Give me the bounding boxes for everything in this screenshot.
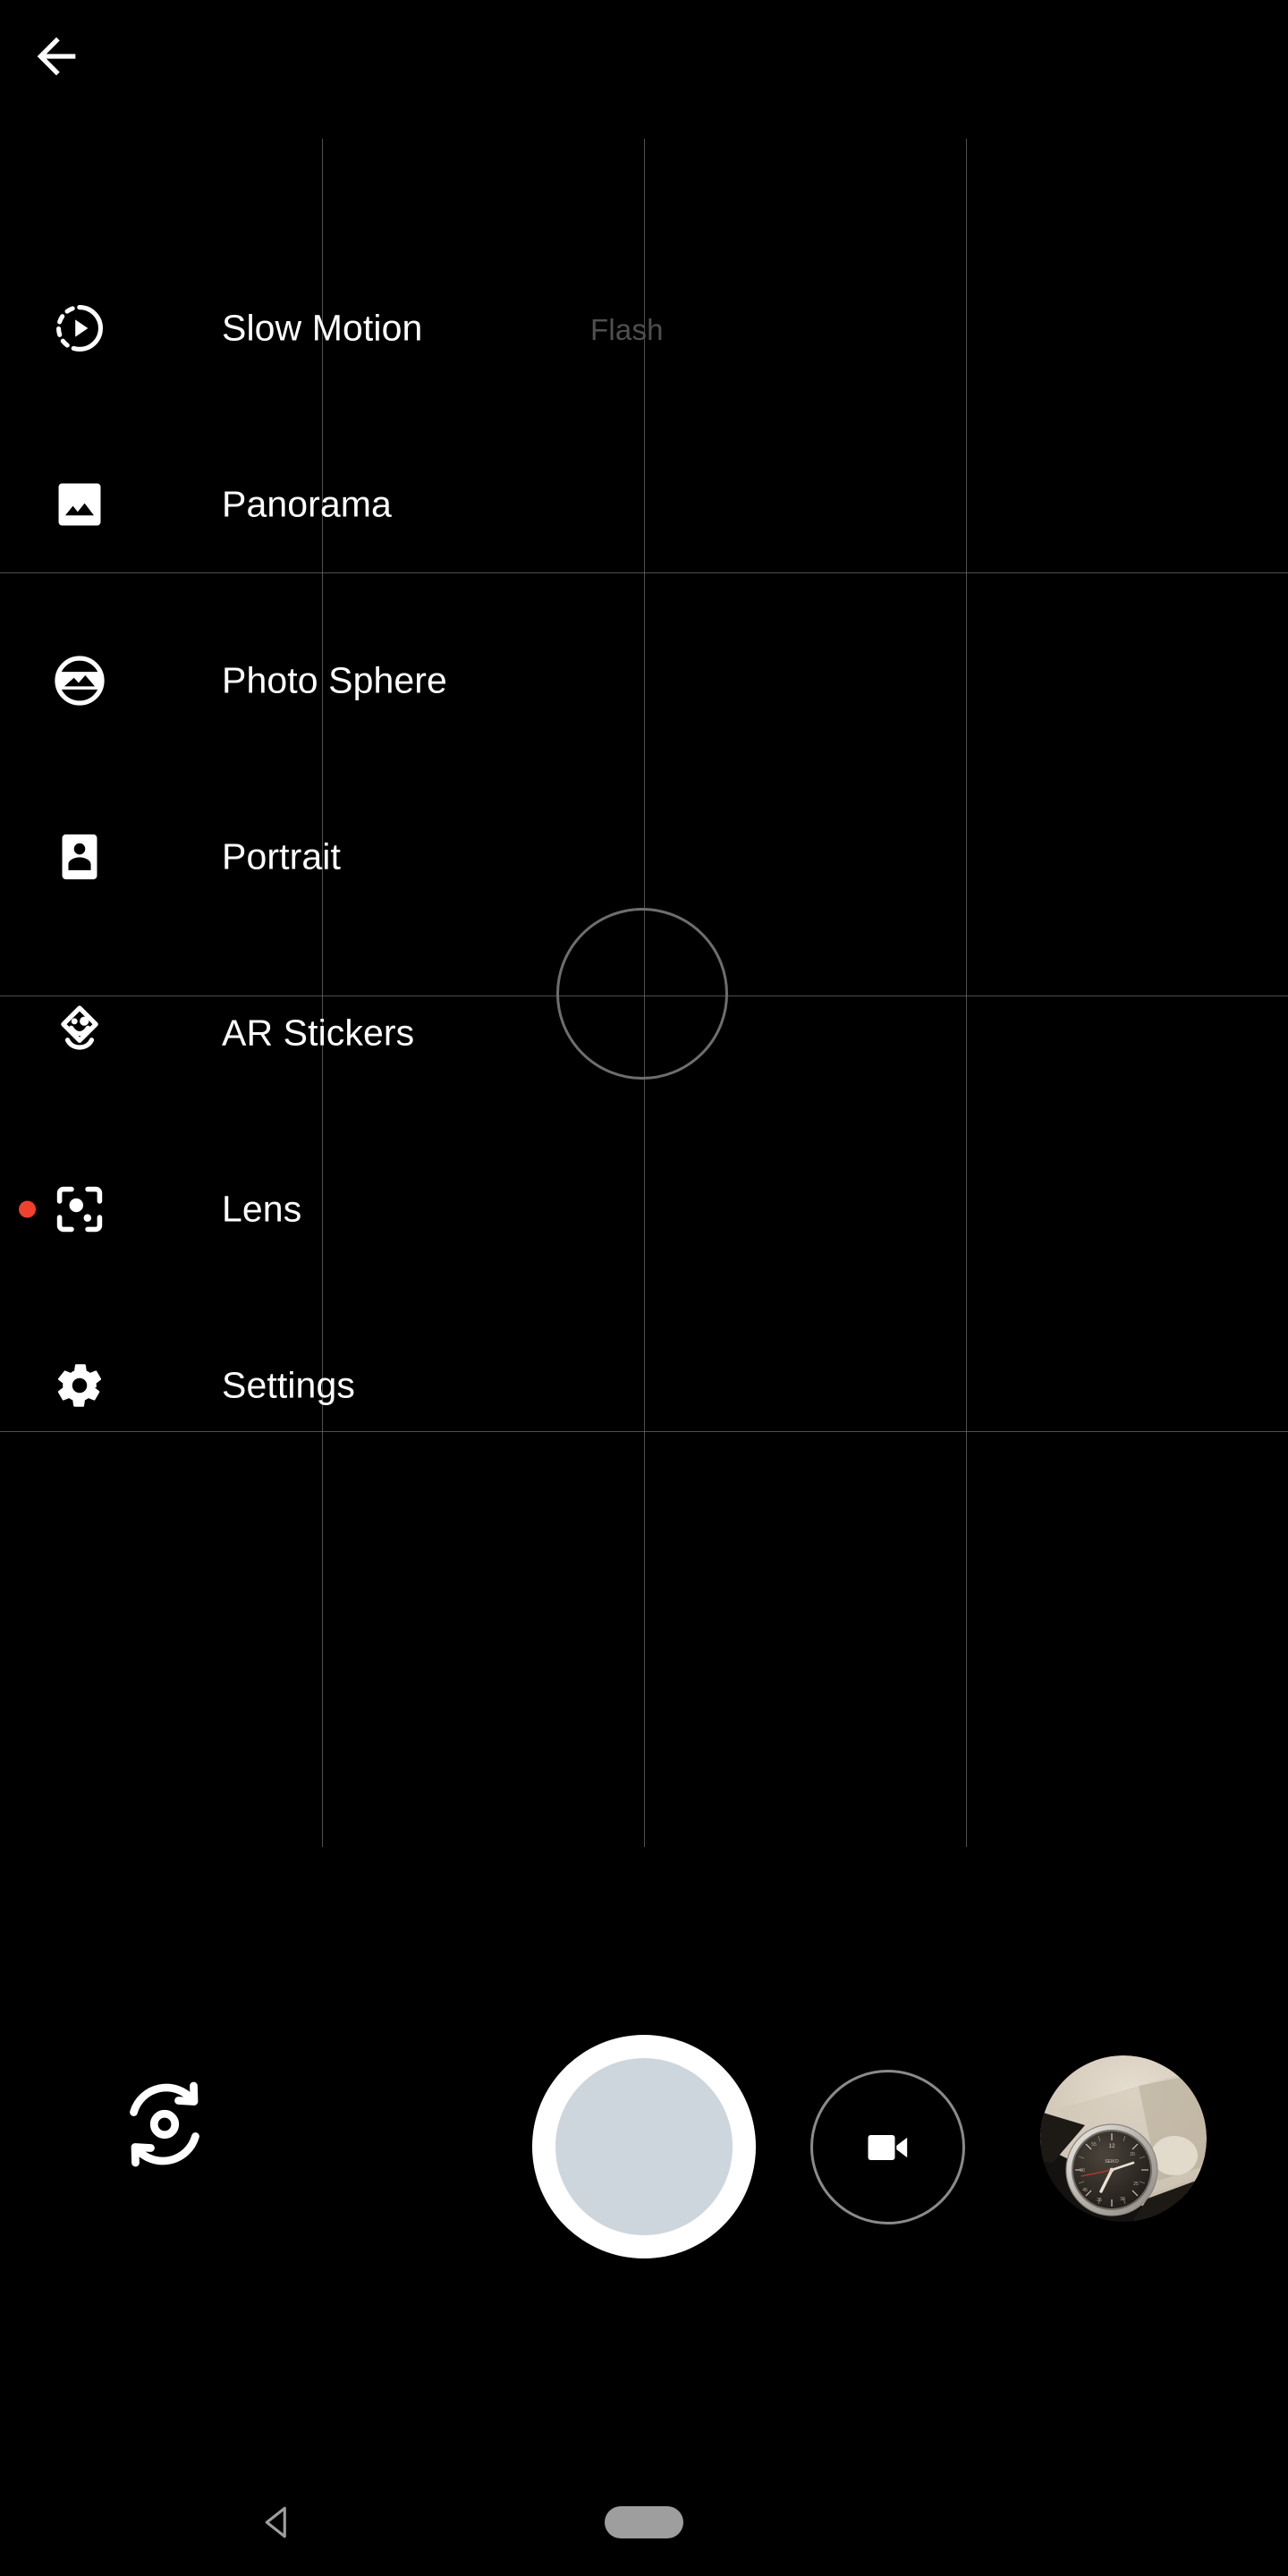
- nav-back-button[interactable]: [242, 2487, 313, 2558]
- photo-thumbnail: 12 55 20 25 30 35 45 50 SEIKO: [1040, 2055, 1207, 2222]
- photo-sphere-icon: [50, 651, 109, 710]
- ar-stickers-icon: [50, 1004, 109, 1063]
- svg-text:20: 20: [1130, 2152, 1135, 2157]
- mode-item-label: Settings: [222, 1364, 355, 1405]
- svg-text:50: 50: [1080, 2168, 1085, 2174]
- shutter-icon: [555, 2058, 733, 2235]
- mode-item-lens[interactable]: Lens: [0, 1121, 626, 1297]
- svg-text:SEIKO: SEIKO: [1105, 2159, 1118, 2165]
- mode-item-label: AR Stickers: [222, 1012, 415, 1053]
- grid-line-vertical-3: [966, 139, 967, 1847]
- video-camera-icon: [860, 2120, 916, 2175]
- panorama-icon: [50, 475, 109, 534]
- last-photo-thumbnail-button[interactable]: 12 55 20 25 30 35 45 50 SEIKO: [1040, 2055, 1207, 2222]
- android-navigation-bar: [0, 2469, 1288, 2576]
- mode-item-settings[interactable]: Settings: [0, 1297, 626, 1473]
- svg-text:25: 25: [1133, 2182, 1139, 2187]
- switch-camera-button[interactable]: [102, 2062, 227, 2187]
- gear-icon: [50, 1356, 109, 1415]
- mode-item-label: Photo Sphere: [222, 659, 447, 700]
- camera-flip-icon: [111, 2071, 218, 2178]
- lens-icon: [50, 1180, 109, 1239]
- mode-item-photo-sphere[interactable]: Photo Sphere: [0, 592, 626, 768]
- svg-text:30: 30: [1120, 2197, 1125, 2202]
- svg-text:45: 45: [1082, 2188, 1088, 2193]
- back-button[interactable]: [9, 9, 103, 103]
- portrait-icon: [50, 827, 109, 886]
- mode-item-panorama[interactable]: Panorama: [0, 416, 626, 592]
- slow-motion-icon: [50, 299, 109, 358]
- svg-text:35: 35: [1097, 2198, 1102, 2203]
- mode-item-ar-stickers[interactable]: AR Stickers: [0, 945, 626, 1121]
- mode-item-label: Lens: [222, 1188, 302, 1229]
- mode-item-label: Slow Motion: [222, 307, 423, 348]
- nav-back-triangle-icon: [258, 2503, 297, 2542]
- svg-text:55: 55: [1091, 2142, 1097, 2148]
- mode-item-slow-motion[interactable]: Slow Motion: [0, 240, 626, 416]
- shutter-button[interactable]: [532, 2035, 756, 2258]
- mode-item-label: Portrait: [222, 835, 341, 877]
- mode-item-label: Panorama: [222, 483, 392, 524]
- mode-menu: Slow Motion Panorama Photo Sphere Portra…: [0, 240, 626, 1473]
- nav-home-button[interactable]: [605, 2506, 683, 2538]
- mode-item-portrait[interactable]: Portrait: [0, 768, 626, 945]
- arrow-left-icon: [28, 28, 85, 85]
- video-record-button[interactable]: [810, 2070, 965, 2224]
- svg-text:12: 12: [1108, 2143, 1115, 2149]
- lens-new-badge-dot: [19, 1200, 36, 1217]
